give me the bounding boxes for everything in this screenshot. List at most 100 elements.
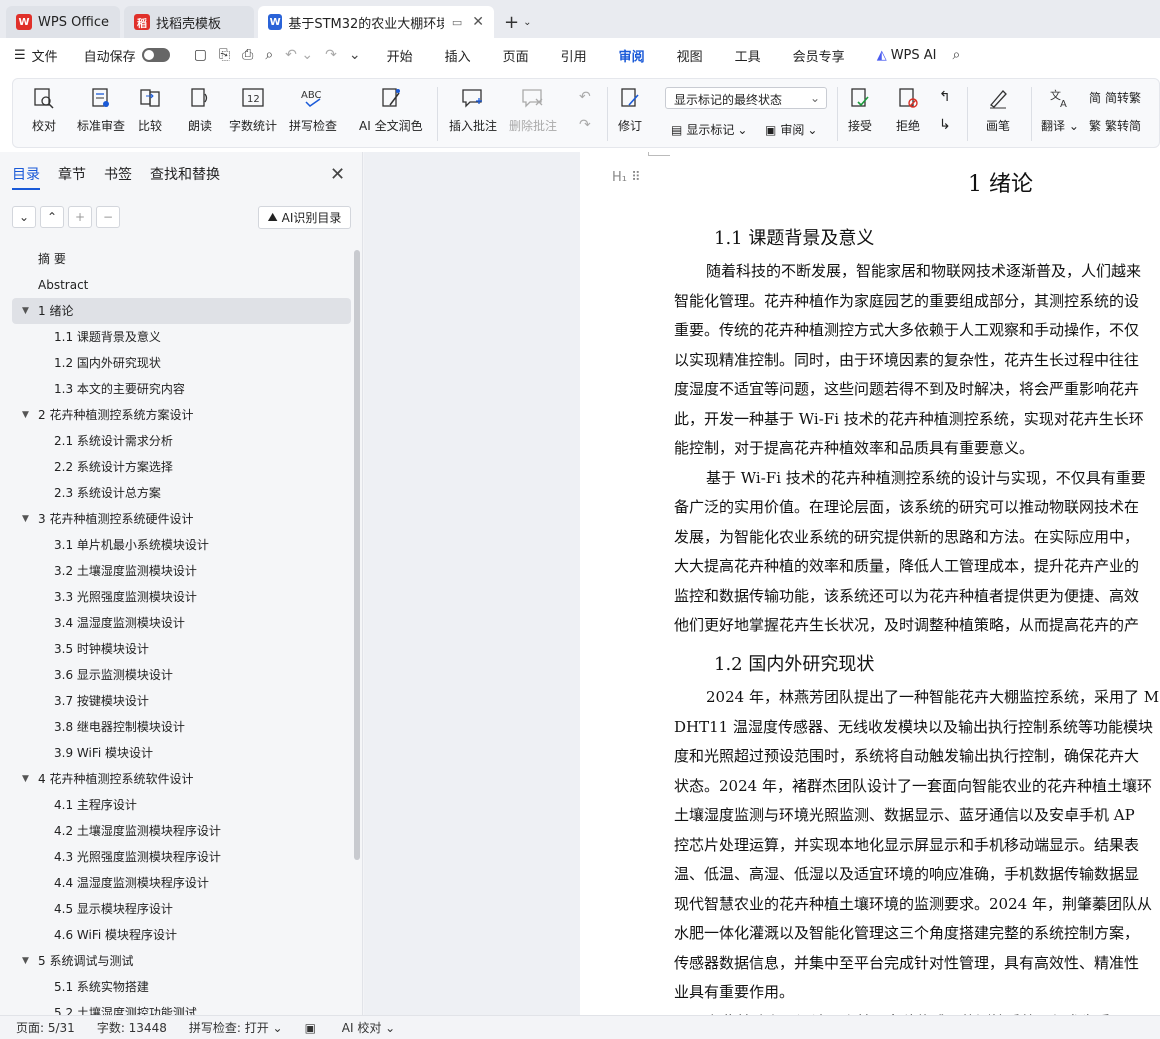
add-heading-icon[interactable]: + [68, 206, 92, 228]
insert-comment-button[interactable]: 插入批注 [449, 85, 497, 134]
nav-tab-chapters[interactable]: 章节 [58, 164, 86, 190]
toc-item[interactable]: ▼ 2 花卉种植测控系统方案设计 [12, 402, 351, 428]
ai-polish-button[interactable]: AI 全文润色 [359, 85, 423, 134]
print-preview-icon[interactable]: ⌕ [265, 47, 273, 63]
toc-item[interactable]: 3.1 单片机最小系统模块设计 [12, 532, 351, 558]
toc-item[interactable]: 1.3 本文的主要研究内容 [12, 376, 351, 402]
remove-heading-icon[interactable]: − [96, 206, 120, 228]
tab-document[interactable]: W 基于STM32的农业大棚环境监 ▭ ✕ [258, 6, 494, 38]
compare-button[interactable]: 比较 [137, 85, 163, 134]
spell-check-status[interactable]: 拼写检查: 打开 ⌄ [189, 1019, 283, 1036]
read-aloud-button[interactable]: 朗读 [187, 85, 213, 134]
save-icon[interactable]: ▢ [194, 47, 207, 63]
toc-item[interactable]: ▼ 5 系统调试与测试 [12, 948, 351, 974]
show-markup-button[interactable]: ▤ 显示标记 ⌄ [671, 121, 747, 138]
file-menu[interactable]: ☰ 文件 [14, 46, 58, 65]
toc-item[interactable]: 4.5 显示模块程序设计 [12, 896, 351, 922]
proofread-button[interactable]: 校对 [31, 85, 57, 134]
toc-item[interactable]: ▼ 1 绪论 [12, 298, 351, 324]
monitor-icon[interactable]: ▭ [452, 16, 462, 29]
toc-item[interactable]: Abstract [12, 272, 351, 298]
tab-wps-office[interactable]: W WPS Office [6, 6, 120, 38]
print-icon[interactable]: ⎙ [242, 47, 253, 63]
ai-check-status[interactable]: ▣ AI 校对 ⌄ [305, 1019, 418, 1036]
more-chevron-icon[interactable]: ⌄ [349, 47, 361, 63]
prev-comment-icon[interactable]: ↶ [579, 89, 591, 105]
new-tab-button[interactable]: + ⌄ [504, 6, 531, 38]
menu-tab-tools[interactable]: 工具 [733, 40, 763, 71]
toc-item[interactable]: 2.1 系统设计需求分析 [12, 428, 351, 454]
toc-item[interactable]: 5.2 土壤湿度测控功能测试 [12, 1000, 351, 1015]
toc-item[interactable]: 3.7 按键模块设计 [12, 688, 351, 714]
toc-item[interactable]: 3.5 时钟模块设计 [12, 636, 351, 662]
collapse-all-icon[interactable]: ⌄ [12, 206, 36, 228]
expand-triangle-icon[interactable]: ▼ [22, 402, 29, 428]
prev-change-icon[interactable]: ↰ [939, 89, 951, 105]
toc-item[interactable]: 3.3 光照强度监测模块设计 [12, 584, 351, 610]
toc-item[interactable]: ▼ 4 花卉种植测控系统软件设计 [12, 766, 351, 792]
next-change-icon[interactable]: ↳ [939, 117, 951, 133]
markup-state-select[interactable]: 显示标记的最终状态 ⌄ [665, 87, 827, 109]
translate-button[interactable]: 文A 翻译 ⌄ [1041, 85, 1079, 134]
brush-button[interactable]: 画笔 [985, 85, 1011, 134]
page-indicator[interactable]: 页面: 5/31 [16, 1019, 75, 1036]
nav-tab-bookmarks[interactable]: 书签 [104, 164, 132, 190]
accept-button[interactable]: 接受 [847, 85, 873, 134]
expand-triangle-icon[interactable]: ▼ [22, 766, 29, 792]
expand-up-icon[interactable]: ⌃ [40, 206, 64, 228]
delete-comment-button[interactable]: 删除批注 [509, 85, 557, 134]
word-count-indicator[interactable]: 字数: 13448 [97, 1019, 167, 1036]
toc-item[interactable]: 2.3 系统设计总方案 [12, 480, 351, 506]
toc-scrollbar[interactable] [354, 250, 360, 860]
undo-icon[interactable]: ↶ ⌄ [285, 47, 313, 63]
expand-triangle-icon[interactable]: ▼ [22, 948, 29, 974]
toc-item[interactable]: 3.9 WiFi 模块设计 [12, 740, 351, 766]
toc-item[interactable]: 3.2 土壤湿度监测模块设计 [12, 558, 351, 584]
menu-tab-home[interactable]: 开始 [385, 40, 415, 71]
redo-icon[interactable]: ↷ [325, 47, 337, 63]
toc-item[interactable]: 摘 要 [12, 246, 351, 272]
toc-item[interactable]: 4.2 土壤湿度监测模块程序设计 [12, 818, 351, 844]
toc-item[interactable]: 4.3 光照强度监测模块程序设计 [12, 844, 351, 870]
word-count-button[interactable]: 12 字数统计 [229, 85, 277, 134]
toc-item[interactable]: 3.8 继电器控制模块设计 [12, 714, 351, 740]
menu-tab-wps-ai[interactable]: ◭ WPS AI [875, 42, 939, 69]
revise-button[interactable]: 修订 [617, 85, 643, 134]
review-pane-button[interactable]: ▣ 审阅 ⌄ [765, 121, 817, 138]
nav-tab-toc[interactable]: 目录 [12, 164, 40, 190]
toc-item[interactable]: 3.4 温湿度监测模块设计 [12, 610, 351, 636]
expand-triangle-icon[interactable]: ▼ [22, 506, 29, 532]
standard-review-button[interactable]: 标准审查 [77, 85, 125, 134]
toc-item[interactable]: 1.1 课题背景及意义 [12, 324, 351, 350]
close-tab-icon[interactable]: ✕ [472, 14, 484, 30]
ai-toc-button[interactable]: ⛰ AI识别目录 [258, 206, 351, 229]
toc-item[interactable]: 3.6 显示监测模块设计 [12, 662, 351, 688]
spell-check-button[interactable]: ABC 拼写检查 [289, 85, 337, 134]
to-traditional-button[interactable]: 简 简转繁 [1089, 89, 1141, 106]
nav-tab-find-replace[interactable]: 查找和替换 [150, 164, 220, 190]
next-comment-icon[interactable]: ↷ [579, 117, 591, 133]
export-icon[interactable]: ⎘ [219, 47, 230, 63]
heading-handle-icon[interactable]: H₁ ⠿ [612, 170, 641, 185]
toc-item[interactable]: 5.1 系统实物搭建 [12, 974, 351, 1000]
toc-item[interactable]: ▼ 3 花卉种植测控系统硬件设计 [12, 506, 351, 532]
search-icon[interactable]: ⌕ [953, 47, 961, 63]
menu-tab-page[interactable]: 页面 [501, 40, 531, 71]
tab-docer[interactable]: 稻 找稻壳模板 [124, 6, 254, 38]
to-simplified-button[interactable]: 繁 繁转简 [1089, 117, 1141, 134]
toc-item[interactable]: 2.2 系统设计方案选择 [12, 454, 351, 480]
menu-tab-reference[interactable]: 引用 [559, 40, 589, 71]
menu-tab-insert[interactable]: 插入 [443, 40, 473, 71]
menu-tab-view[interactable]: 视图 [675, 40, 705, 71]
reject-button[interactable]: 拒绝 [895, 85, 921, 134]
close-panel-icon[interactable]: ✕ [330, 164, 345, 185]
autosave-toggle[interactable]: 自动保存 [84, 46, 170, 65]
menu-tab-review[interactable]: 审阅 [617, 40, 647, 74]
toc-item[interactable]: 4.1 主程序设计 [12, 792, 351, 818]
toggle-switch[interactable] [141, 48, 170, 62]
toc-item[interactable]: 4.4 温湿度监测模块程序设计 [12, 870, 351, 896]
toc-item[interactable]: 1.2 国内外研究现状 [12, 350, 351, 376]
toc-item[interactable]: 4.6 WiFi 模块程序设计 [12, 922, 351, 948]
expand-triangle-icon[interactable]: ▼ [22, 298, 29, 324]
menu-tab-member[interactable]: 会员专享 [791, 40, 847, 71]
